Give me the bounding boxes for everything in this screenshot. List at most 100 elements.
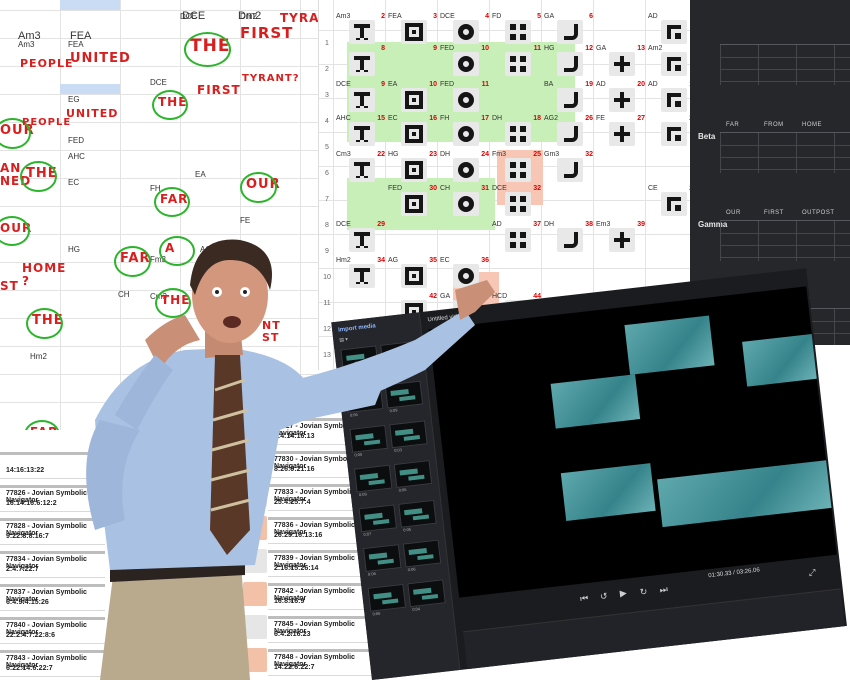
glyph-cell[interactable]: GA 6 <box>541 12 596 46</box>
glyph-cell[interactable]: EC 36 <box>437 256 492 290</box>
glyph-thumbnail[interactable] <box>243 615 267 639</box>
glyph-cell[interactable] <box>333 184 388 218</box>
media-thumbnail[interactable] <box>353 464 393 493</box>
fast-forward-icon[interactable]: ⏭ <box>659 584 668 596</box>
back-5s-icon[interactable]: ↺ <box>599 591 608 603</box>
media-thumbnail[interactable] <box>407 579 446 608</box>
media-thumbnail[interactable] <box>384 380 424 409</box>
row-number[interactable]: 5 <box>321 144 333 151</box>
glyph-cell[interactable]: FED 11 <box>437 80 492 114</box>
glyph-cell[interactable] <box>489 256 544 290</box>
glyph-cell[interactable]: BA 19 <box>541 80 596 114</box>
glyph-cell[interactable]: EA 10 <box>385 80 440 114</box>
glyph-cell[interactable] <box>541 184 596 218</box>
glyph-cell[interactable] <box>593 150 648 184</box>
rewind-icon[interactable]: ⏮ <box>580 593 589 605</box>
glyph-thumbnail[interactable] <box>243 582 267 606</box>
video-preview[interactable] <box>428 286 837 598</box>
list-item[interactable]: 77843 - Jovian Symbolic Navigator 6:22:14… <box>0 650 105 677</box>
glyph-cell[interactable] <box>593 184 648 218</box>
media-thumbnail[interactable] <box>380 340 419 369</box>
glyph-cell[interactable]: Hm2 34 <box>333 256 388 290</box>
glyph-cell[interactable] <box>541 256 596 290</box>
col-header-b[interactable] <box>60 0 120 10</box>
glyph-thumbnail[interactable] <box>243 549 267 573</box>
glyph-cell[interactable]: FD 5 <box>489 12 544 46</box>
video-title[interactable]: Untitled video <box>427 313 464 323</box>
glyph-cell[interactable]: DCE 29 <box>333 220 388 254</box>
row-number[interactable]: 2 <box>321 66 333 73</box>
glyph-cell[interactable]: FED 30 <box>385 184 440 218</box>
media-thumbnail[interactable] <box>344 385 384 414</box>
media-tab[interactable]: ▤ ▾ <box>339 337 348 344</box>
media-thumbnail[interactable] <box>398 499 437 528</box>
glyph-thumbnail[interactable] <box>243 516 267 540</box>
row-number[interactable]: 1 <box>321 40 333 47</box>
glyph-cell[interactable]: FED 10 <box>437 44 492 78</box>
glyph-cell[interactable]: CH 31 <box>437 184 492 218</box>
glyph-cell[interactable]: FEA 3 <box>385 12 440 46</box>
glyph-cell[interactable]: 11 <box>489 44 544 78</box>
glyph-cell[interactable]: DCE 9 <box>333 80 388 114</box>
row-number[interactable]: 9 <box>321 248 333 255</box>
col-header-c[interactable] <box>60 84 120 94</box>
glyph-thumbnail[interactable] <box>243 450 267 474</box>
media-thumbnail[interactable] <box>389 420 428 449</box>
list-item[interactable]: 77834 - Jovian Symbolic Navigator 2:4:7:2… <box>0 551 105 578</box>
glyph-cell[interactable] <box>593 12 648 46</box>
media-thumbnail[interactable] <box>349 424 388 453</box>
glyph-cell[interactable]: AG 35 <box>385 256 440 290</box>
glyph-cell[interactable]: EC 16 <box>385 114 440 148</box>
list-item[interactable]: 77828 - Jovian Symbolic Navigator 9:22:8:… <box>0 518 105 545</box>
glyph-cell[interactable]: DH 38 <box>541 220 596 254</box>
row-number[interactable]: 13 <box>321 352 333 359</box>
glyph-cell[interactable]: DH 18 <box>489 114 544 148</box>
glyph-cell[interactable]: Gm3 32 <box>541 150 596 184</box>
list-item[interactable]: 77826 - Jovian Symbolic Navigator 16:14:1… <box>0 485 105 512</box>
media-thumbnail[interactable] <box>358 504 397 533</box>
glyph-cell[interactable] <box>437 220 492 254</box>
glyph-cell[interactable]: Fm3 25 <box>489 150 544 184</box>
fullscreen-icon[interactable]: ⤢ <box>808 567 816 579</box>
glyph-cell[interactable]: Cm3 22 <box>333 150 388 184</box>
glyph-cell[interactable] <box>489 80 544 114</box>
media-thumbnail[interactable] <box>340 345 379 374</box>
glyph-cell[interactable]: Am3 2 <box>333 12 388 46</box>
glyph-cell[interactable]: AG2 26 <box>541 114 596 148</box>
glyph-cell[interactable]: HG 12 <box>541 44 596 78</box>
media-thumbnail[interactable] <box>363 544 402 573</box>
glyph-cell[interactable]: GA 13 <box>593 44 648 78</box>
row-number[interactable]: 11 <box>321 300 333 307</box>
row-number[interactable]: 3 <box>321 92 333 99</box>
glyph-cell[interactable]: 9 <box>385 44 440 78</box>
glyph-cell[interactable]: DCE 32 <box>489 184 544 218</box>
glyph-cell[interactable]: DH 24 <box>437 150 492 184</box>
row-number[interactable]: 6 <box>321 170 333 177</box>
row-number[interactable]: 7 <box>321 196 333 203</box>
glyph-cell[interactable]: AHC 15 <box>333 114 388 148</box>
glyph-cell[interactable]: DCE 4 <box>437 12 492 46</box>
glyph-thumbnail[interactable] <box>243 483 267 507</box>
glyph-cell[interactable]: FH 17 <box>437 114 492 148</box>
list-item[interactable]: 14:16:13:22 <box>0 452 105 479</box>
forward-5s-icon[interactable]: ↻ <box>639 586 648 598</box>
glyph-cell[interactable]: AD 37 <box>489 220 544 254</box>
glyph-cell[interactable]: 8 <box>333 44 388 78</box>
glyph-cell[interactable] <box>385 220 440 254</box>
glyph-cell[interactable]: Em3 39 <box>593 220 648 254</box>
glyph-cell[interactable]: HG 23 <box>385 150 440 184</box>
row-number[interactable]: 4 <box>321 118 333 125</box>
row-number[interactable]: 10 <box>321 274 333 281</box>
play-icon[interactable]: ▶ <box>619 588 627 600</box>
media-panel-title[interactable]: Import media <box>338 323 376 333</box>
glyph-cell[interactable]: AD 20 <box>593 80 648 114</box>
list-item[interactable]: 77837 - Jovian Symbolic Navigator 6:4:9:4… <box>0 584 105 611</box>
glyph-cell[interactable]: FE 27 <box>593 114 648 148</box>
media-thumbnail[interactable] <box>402 539 442 568</box>
media-thumbnail[interactable] <box>393 460 433 489</box>
media-thumbnail[interactable] <box>367 583 407 612</box>
glyph-thumbnail[interactable] <box>243 648 267 672</box>
glyph-cell[interactable] <box>593 256 648 290</box>
list-item[interactable]: 77840 - Jovian Symbolic Navigator 22:2:4:… <box>0 617 105 644</box>
row-number[interactable]: 8 <box>321 222 333 229</box>
